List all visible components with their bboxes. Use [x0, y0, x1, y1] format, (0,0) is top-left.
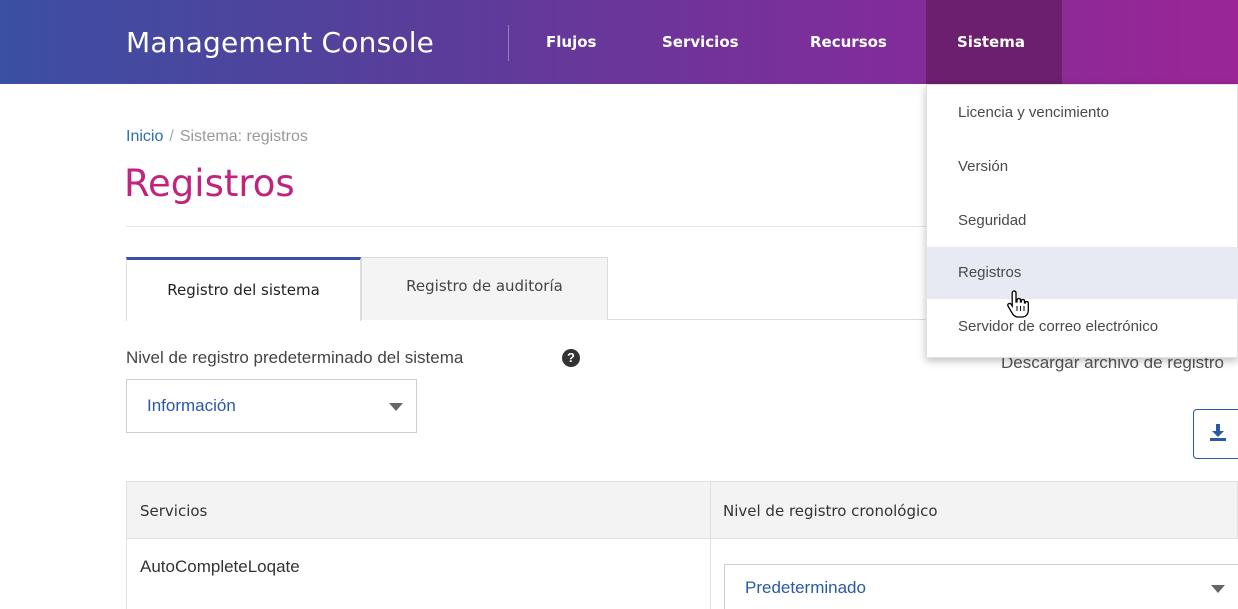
- nav-sistema[interactable]: Sistema: [926, 0, 1062, 84]
- default-log-level-select[interactable]: Información: [126, 379, 417, 433]
- default-log-level-value: Información: [147, 396, 236, 415]
- menu-item-licencia[interactable]: Licencia y vencimiento: [927, 87, 1238, 139]
- menu-item-correo[interactable]: Servidor de correo electrónico: [927, 301, 1238, 353]
- brand-divider: [508, 25, 509, 61]
- question-circle-icon[interactable]: ?: [562, 349, 580, 367]
- service-name: AutoCompleteLoqate: [140, 557, 300, 576]
- column-header-log-level: Nivel de registro cronológico: [723, 502, 938, 520]
- column-header-services: Servicios: [140, 502, 208, 520]
- chevron-down-icon: [1211, 585, 1225, 593]
- nav-recursos[interactable]: Recursos: [810, 0, 887, 84]
- column-divider: [710, 539, 711, 609]
- page-title: Registros: [124, 162, 295, 205]
- title-divider: [126, 226, 926, 227]
- menu-item-registros[interactable]: Registros: [927, 247, 1238, 299]
- breadcrumb: Inicio / Sistema: registros: [126, 128, 308, 146]
- table-row: AutoCompleteLoqate Predeterminado: [126, 539, 1238, 609]
- download-icon: [1210, 424, 1226, 441]
- column-divider: [710, 482, 711, 540]
- menu-item-seguridad[interactable]: Seguridad: [927, 195, 1238, 247]
- service-log-level-select[interactable]: Predeterminado: [724, 564, 1238, 609]
- breadcrumb-current: Sistema: registros: [179, 128, 308, 145]
- tab-system-log[interactable]: Registro del sistema: [126, 257, 361, 321]
- service-log-level-value: Predeterminado: [745, 578, 866, 597]
- menu-item-version[interactable]: Versión: [927, 141, 1238, 193]
- log-level-label: Nivel de registro predeterminado del sis…: [126, 348, 464, 367]
- hand-cursor-icon: [1007, 290, 1029, 318]
- app-brand[interactable]: Management Console: [126, 26, 434, 59]
- breadcrumb-home-link[interactable]: Inicio: [126, 128, 163, 145]
- sistema-dropdown-menu: Licencia y vencimiento Versión Seguridad…: [926, 84, 1238, 358]
- table-header: Servicios Nivel de registro cronológico: [126, 481, 1238, 540]
- tab-audit-log[interactable]: Registro de auditoría: [361, 257, 608, 320]
- download-log-button[interactable]: [1193, 409, 1238, 459]
- top-navigation-bar: Management Console Flujos Servicios Recu…: [0, 0, 1238, 84]
- nav-servicios[interactable]: Servicios: [662, 0, 739, 84]
- breadcrumb-separator: /: [169, 128, 174, 145]
- nav-flujos[interactable]: Flujos: [546, 0, 596, 84]
- chevron-down-icon: [389, 403, 403, 411]
